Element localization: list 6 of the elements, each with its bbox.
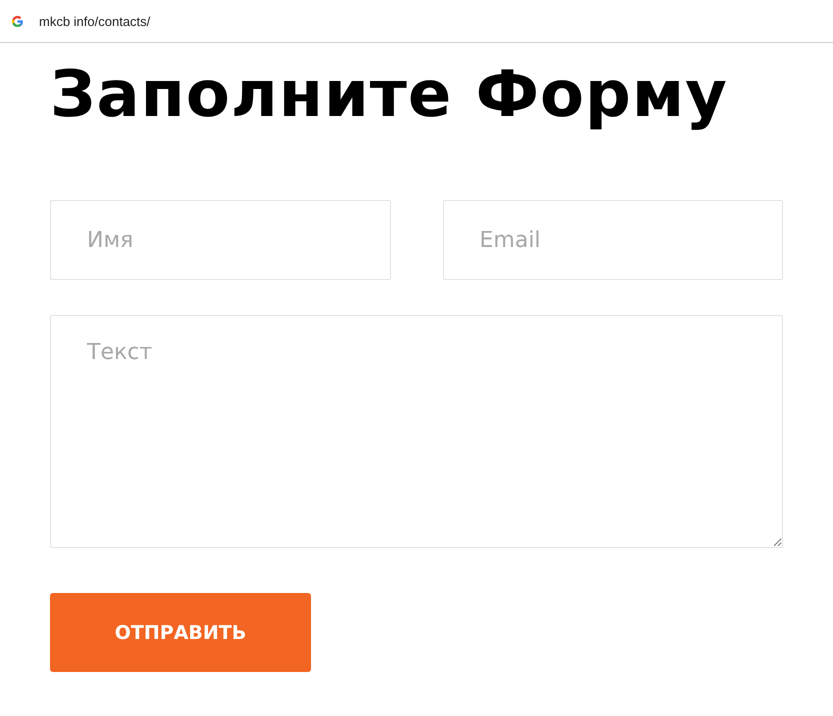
url-text[interactable]: mkcb info/contacts/ bbox=[39, 14, 150, 28]
message-field[interactable]: Текст bbox=[50, 315, 783, 548]
google-logo-icon bbox=[11, 14, 24, 28]
input-field[interactable]: Имя bbox=[50, 200, 390, 280]
input-field[interactable]: Email bbox=[442, 200, 783, 280]
form-title: Заполните Форму bbox=[50, 61, 728, 129]
